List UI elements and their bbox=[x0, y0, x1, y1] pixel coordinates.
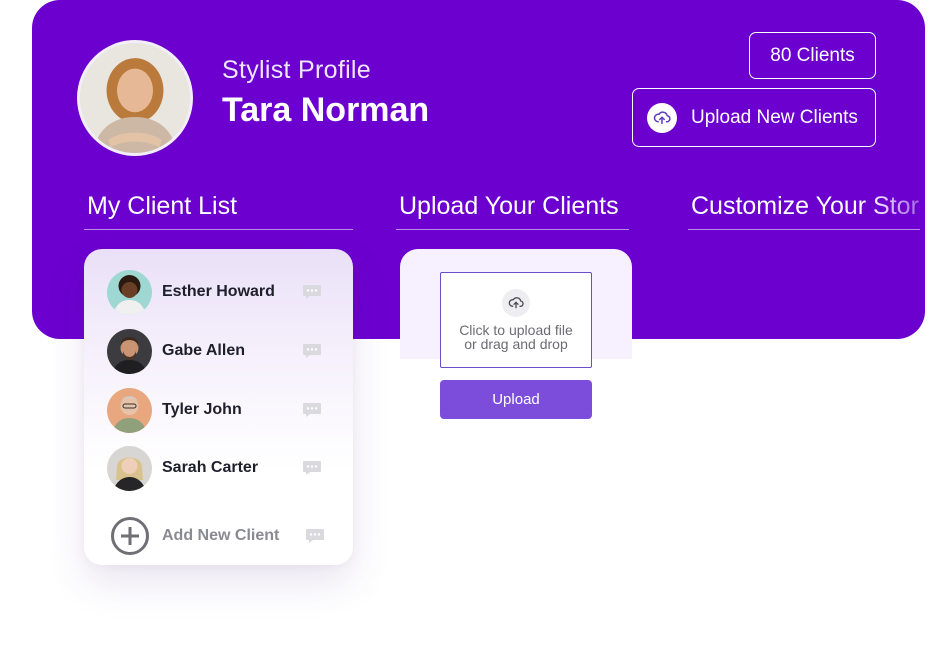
clients-count-badge[interactable]: 80 Clients bbox=[749, 32, 876, 79]
client-name: Gabe Allen bbox=[162, 342, 245, 359]
upload-new-clients-button[interactable]: Upload New Clients bbox=[632, 88, 876, 147]
chat-bubble-icon[interactable] bbox=[302, 460, 322, 476]
add-new-client-label: Add New Client bbox=[162, 527, 280, 544]
upload-submit-button[interactable]: Upload bbox=[440, 380, 592, 419]
client-name: Tyler John bbox=[162, 401, 242, 418]
chat-bubble-icon[interactable] bbox=[302, 402, 322, 418]
upload-new-clients-label: Upload New Clients bbox=[691, 106, 858, 128]
upload-cloud-icon bbox=[647, 102, 677, 133]
plus-circle-icon bbox=[111, 517, 149, 555]
profile-subtitle: Stylist Profile bbox=[222, 56, 371, 84]
drop-zone-line-2: or drag and drop bbox=[464, 336, 568, 352]
tab-customize-label-strong: Customize bbox=[691, 192, 816, 220]
client-row-esther-howard[interactable]: Esther Howard bbox=[107, 269, 327, 315]
tab-customize-your-store[interactable]: Customize Your Store bbox=[688, 192, 920, 230]
avatar bbox=[107, 387, 152, 433]
profile-avatar bbox=[77, 40, 193, 156]
client-name: Sarah Carter bbox=[162, 459, 259, 476]
tab-upload-your-clients[interactable]: Upload Your Clients bbox=[396, 192, 629, 230]
client-row-sarah-carter[interactable]: Sarah Carter bbox=[107, 445, 327, 491]
drop-zone-line-1: Click to upload file bbox=[459, 322, 573, 338]
upload-cloud-icon bbox=[502, 289, 530, 317]
tab-my-client-list[interactable]: My Client List bbox=[84, 192, 353, 230]
tab-customize-label-fade: Your Store bbox=[816, 192, 920, 220]
client-row-tyler-john[interactable]: Tyler John bbox=[107, 387, 327, 433]
client-row-gabe-allen[interactable]: Gabe Allen bbox=[107, 328, 327, 374]
avatar bbox=[107, 445, 152, 491]
add-new-client-button[interactable]: Add New Client bbox=[107, 513, 327, 559]
file-drop-zone[interactable]: Click to upload file or drag and drop bbox=[440, 272, 592, 368]
chat-bubble-icon[interactable] bbox=[302, 284, 322, 300]
avatar bbox=[107, 328, 152, 374]
profile-name: Tara Norman bbox=[222, 91, 430, 129]
chat-bubble-icon[interactable] bbox=[302, 343, 322, 359]
chat-bubble-icon bbox=[306, 529, 324, 543]
client-list-card: Esther Howard Gabe Allen Tyler John Sara… bbox=[84, 249, 353, 565]
client-name: Esther Howard bbox=[162, 283, 275, 300]
avatar bbox=[107, 269, 152, 315]
